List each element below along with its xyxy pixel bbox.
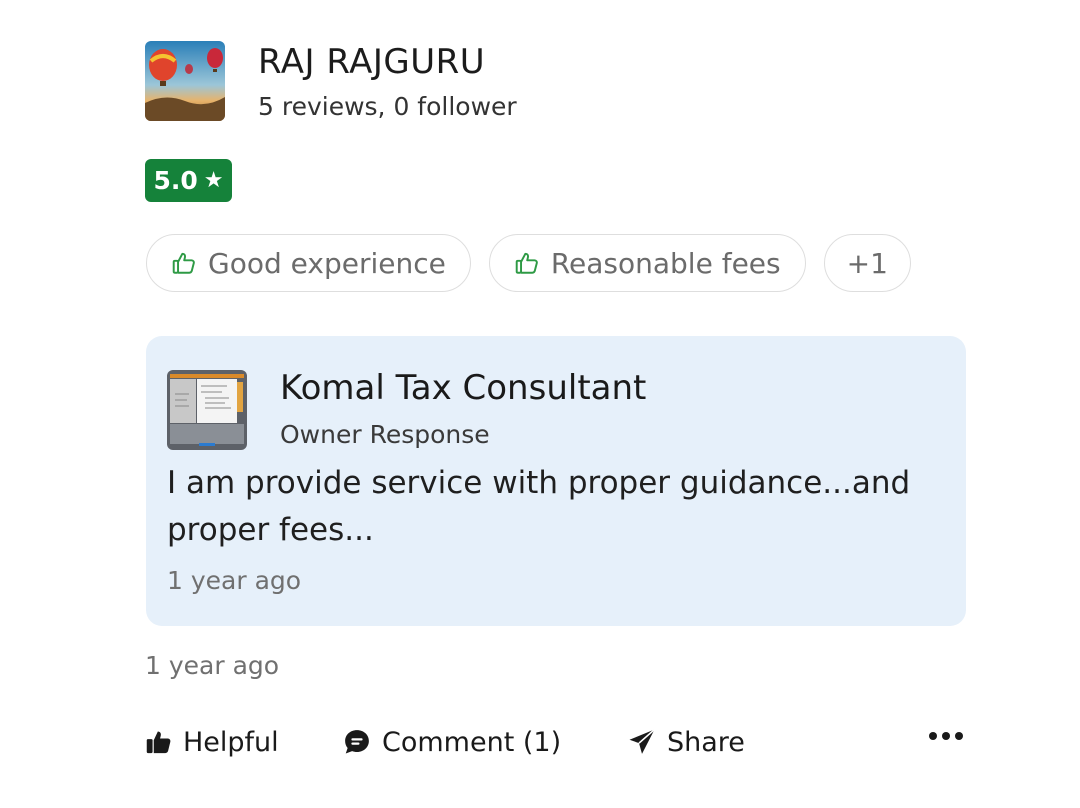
thumbs-up-outline-icon: [515, 252, 538, 274]
owner-response-label: Owner Response: [280, 420, 490, 449]
owner-response-card: Komal Tax Consultant Owner Response I am…: [146, 336, 966, 626]
helpful-label: Helpful: [183, 726, 279, 758]
share-label: Share: [667, 726, 745, 758]
rating-value: 5.0: [153, 166, 198, 195]
reviewer-header: RAJ RAJGURU 5 reviews, 0 follower: [145, 41, 517, 123]
owner-response-time: 1 year ago: [167, 566, 302, 595]
comment-button[interactable]: Comment (1): [342, 722, 561, 762]
helpful-button[interactable]: Helpful: [145, 722, 279, 762]
reviewer-avatar[interactable]: [145, 41, 225, 121]
tag-label: Good experience: [208, 246, 446, 280]
tag-good-experience[interactable]: Good experience: [146, 234, 471, 292]
comment-label: Comment (1): [382, 726, 562, 758]
share-button[interactable]: Share: [627, 722, 745, 762]
reviewer-name[interactable]: RAJ RAJGURU: [258, 42, 517, 82]
reviewer-stats: 5 reviews, 0 follower: [258, 92, 517, 121]
thumbs-up-icon: [146, 731, 171, 754]
review-actions: Helpful Comment (1) Share: [145, 722, 965, 762]
thumbs-up-outline-icon: [172, 252, 195, 274]
business-avatar[interactable]: [167, 370, 247, 450]
tag-reasonable-fees[interactable]: Reasonable fees: [488, 234, 806, 292]
owner-response-text: I am provide service with proper guidanc…: [167, 465, 911, 548]
rating-badge: 5.0 ★: [145, 159, 232, 202]
share-icon: [629, 728, 655, 754]
tag-more-label: +1: [846, 246, 888, 280]
comment-icon: [345, 730, 369, 754]
tag-more[interactable]: +1: [823, 234, 911, 292]
review-timestamp: 1 year ago: [145, 651, 280, 680]
business-name[interactable]: Komal Tax Consultant: [280, 368, 646, 408]
more-options-icon[interactable]: [929, 732, 963, 740]
star-icon: ★: [203, 168, 224, 193]
tag-label: Reasonable fees: [550, 246, 781, 280]
review-tags: Good experience Reasonable fees +1: [146, 234, 929, 292]
